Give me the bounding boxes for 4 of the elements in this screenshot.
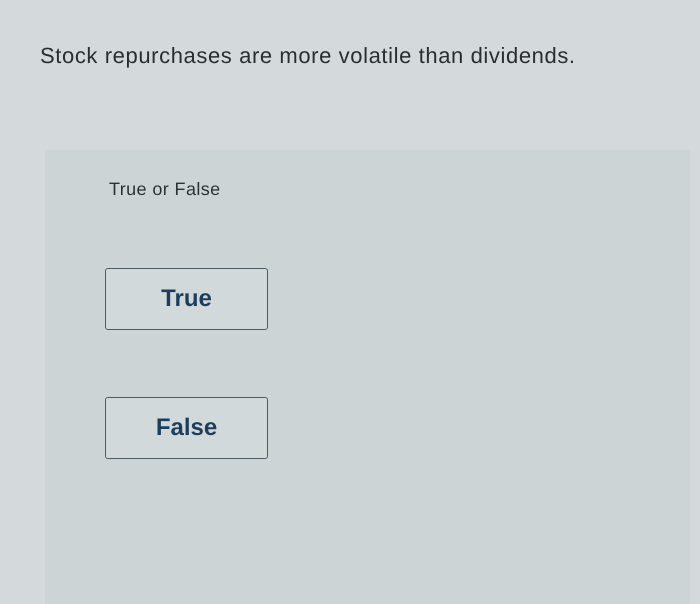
question-text: Stock repurchases are more volatile than dividends.	[40, 42, 576, 70]
answer-option-button[interactable]: True	[105, 268, 268, 330]
instruction-text: True or False	[109, 178, 221, 200]
answer-option-button[interactable]: False	[105, 397, 268, 459]
